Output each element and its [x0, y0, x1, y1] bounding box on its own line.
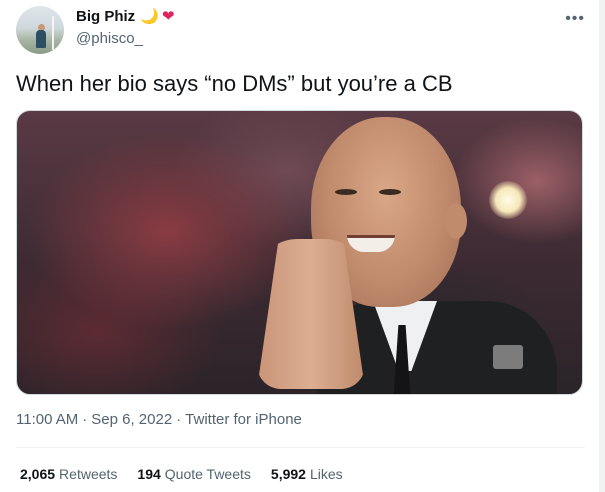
eye-left	[335, 189, 357, 195]
retweets-label: Retweets	[59, 466, 118, 482]
eye-right	[379, 189, 401, 195]
retweets-stat[interactable]: 2,065 Retweets	[20, 466, 117, 482]
name-row[interactable]: Big Phiz 🌙 ❤	[76, 8, 174, 25]
heart-emoji-icon: ❤	[161, 8, 175, 25]
divider	[16, 447, 585, 448]
display-name[interactable]: Big Phiz	[76, 8, 135, 25]
broadcaster-logo	[493, 345, 523, 369]
moon-emoji-icon: 🌙	[140, 8, 159, 25]
likes-label: Likes	[309, 466, 343, 482]
tweet-stats: 2,065 Retweets 194 Quote Tweets 5,992 Likes	[20, 466, 343, 482]
tweet-time[interactable]: 11:00 AM	[16, 411, 78, 428]
right-border	[599, 0, 605, 492]
tweet-meta: 11:00 AM · Sep 6, 2022 · Twitter for iPhone	[16, 411, 302, 428]
likes-count: 5,992	[270, 466, 306, 482]
meta-separator: ·	[82, 411, 88, 428]
user-handle[interactable]: @phisco_	[76, 30, 143, 47]
tweet-source[interactable]: Twitter for iPhone	[185, 411, 302, 428]
quote-tweets-stat[interactable]: 194 Quote Tweets	[137, 466, 251, 482]
avatar-figure	[36, 30, 46, 48]
retweets-count: 2,065	[20, 466, 56, 482]
tweet-text: When her bio says “no DMs” but you’re a …	[16, 71, 453, 96]
tweet-date[interactable]: Sep 6, 2022	[91, 411, 172, 428]
tweet-media-image[interactable]	[16, 110, 583, 395]
ear	[445, 203, 467, 239]
more-horizontal-icon[interactable]: •••	[565, 10, 585, 28]
meta-separator: ·	[176, 411, 182, 428]
likes-stat[interactable]: 5,992 Likes	[271, 466, 343, 482]
stadium-light	[489, 181, 527, 219]
tweet-header: Big Phiz 🌙 ❤ @phisco_ •••	[16, 4, 585, 56]
quote-tweets-label: Quote Tweets	[164, 466, 251, 482]
avatar-goalpost	[52, 16, 54, 50]
avatar[interactable]	[16, 6, 64, 54]
quote-tweets-count: 194	[137, 466, 161, 482]
